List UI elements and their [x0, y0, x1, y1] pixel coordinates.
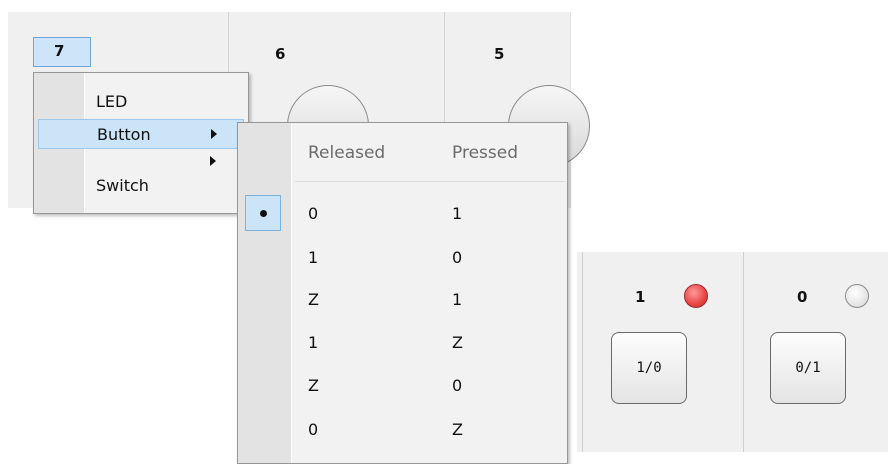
- channel-1-push-button[interactable]: 1/0: [611, 332, 687, 404]
- channel-7-number[interactable]: 7: [33, 37, 91, 67]
- row-pressed-value[interactable]: 1: [452, 290, 462, 309]
- column-header-pressed: Pressed: [452, 143, 518, 163]
- row-released-value[interactable]: 1: [308, 333, 318, 352]
- channel-0-push-button[interactable]: 0/1: [770, 332, 846, 404]
- context-menu: LED Button Switch: [33, 72, 249, 214]
- channel-1-led-indicator: [684, 284, 708, 308]
- row-released-value[interactable]: Z: [308, 290, 319, 309]
- column-header-released: Released: [308, 143, 386, 163]
- button-mode-submenu: Released Pressed 0 1 1 0 Z 1 1 Z Z 0 0 Z: [237, 122, 568, 464]
- channel-divider: [582, 252, 583, 452]
- channel-5-number: 5: [494, 45, 505, 63]
- selected-row-indicator: [245, 195, 281, 231]
- channel-panel-bottom: 1 1/0 0 0/1: [577, 252, 888, 452]
- channel-6-number: 6: [275, 45, 286, 63]
- bullet-icon: [259, 209, 267, 217]
- menu-item-button[interactable]: Button: [38, 119, 244, 149]
- row-released-value[interactable]: 0: [308, 204, 318, 223]
- row-released-value[interactable]: 0: [308, 420, 318, 439]
- row-released-value[interactable]: Z: [308, 376, 319, 395]
- submenu-arrow-icon: [210, 156, 216, 166]
- menu-icon-gutter: [238, 123, 292, 463]
- row-pressed-value[interactable]: 0: [452, 248, 462, 267]
- menu-item-label: Switch: [96, 176, 149, 195]
- menu-item-switch[interactable]: Switch: [34, 156, 246, 201]
- menu-item-label: LED: [96, 92, 128, 111]
- row-pressed-value[interactable]: 0: [452, 376, 462, 395]
- channel-divider: [743, 252, 744, 452]
- row-pressed-value[interactable]: Z: [452, 420, 463, 439]
- menu-item-label: Button: [97, 125, 151, 144]
- channel-0-number: 0: [797, 288, 808, 306]
- row-released-value[interactable]: 1: [308, 248, 318, 267]
- submenu-arrow-icon: [211, 129, 217, 139]
- header-divider: [295, 181, 565, 182]
- row-pressed-value[interactable]: 1: [452, 204, 462, 223]
- channel-0-led-indicator: [845, 284, 869, 308]
- row-pressed-value[interactable]: Z: [452, 333, 463, 352]
- menu-item-led[interactable]: LED: [34, 87, 246, 117]
- channel-1-number: 1: [635, 288, 646, 306]
